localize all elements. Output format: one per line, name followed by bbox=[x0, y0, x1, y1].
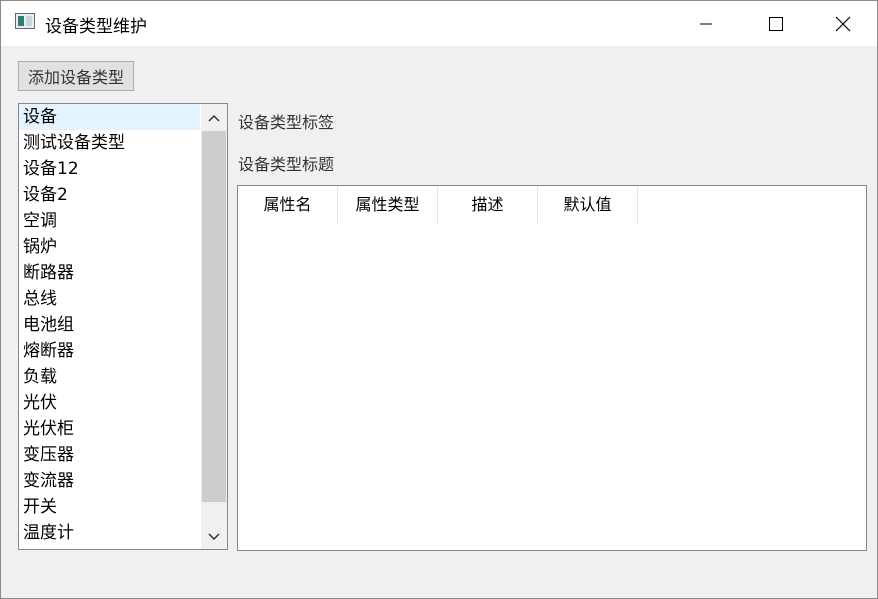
device-type-tag-label: 设备类型标签 bbox=[238, 113, 335, 132]
maximize-button[interactable] bbox=[741, 1, 811, 46]
device-type-title-label: 设备类型标题 bbox=[238, 155, 335, 174]
title-bar[interactable]: 设备类型维护 bbox=[1, 1, 877, 46]
device-type-list-items: 设备 测试设备类型 设备12 设备2 空调 锅炉 断路器 总线 电池组 熔断器 负载 光伏 光伏柜 变压器… bbox=[19, 104, 200, 546]
chevron-up-icon bbox=[208, 114, 220, 122]
list-item[interactable]: 开关 bbox=[19, 494, 200, 520]
list-item[interactable]: 电池组 bbox=[19, 312, 200, 338]
list-item[interactable]: 锅炉 bbox=[19, 234, 200, 260]
minimize-icon bbox=[700, 23, 712, 24]
app-window-icon bbox=[15, 13, 35, 29]
list-item[interactable]: 总线 bbox=[19, 286, 200, 312]
list-item[interactable]: 断路器 bbox=[19, 260, 200, 286]
list-item[interactable]: 熔断器 bbox=[19, 338, 200, 364]
minimize-button[interactable] bbox=[671, 1, 741, 46]
scroll-thumb[interactable] bbox=[202, 131, 226, 502]
list-item[interactable]: 光伏 bbox=[19, 390, 200, 416]
list-item[interactable]: 变压器 bbox=[19, 442, 200, 468]
list-item[interactable]: 设备 bbox=[19, 104, 200, 130]
scroll-up-button[interactable] bbox=[201, 105, 227, 131]
table-header: 属性名 属性类型 描述 默认值 bbox=[238, 186, 638, 223]
close-button[interactable] bbox=[808, 1, 878, 46]
device-type-list[interactable]: 设备 测试设备类型 设备12 设备2 空调 锅炉 断路器 总线 电池组 熔断器 负载 光伏 光伏柜 变压器… bbox=[18, 103, 228, 550]
column-header[interactable]: 属性名 bbox=[238, 186, 338, 223]
attributes-table[interactable]: 属性名 属性类型 描述 默认值 bbox=[237, 185, 867, 551]
add-device-type-button[interactable]: 添加设备类型 bbox=[18, 61, 134, 91]
maximize-icon bbox=[769, 16, 783, 31]
close-icon bbox=[835, 16, 851, 31]
list-scrollbar[interactable] bbox=[201, 104, 227, 549]
list-item[interactable]: 空调 bbox=[19, 208, 200, 234]
scroll-down-button[interactable] bbox=[201, 524, 227, 549]
column-header[interactable]: 属性类型 bbox=[338, 186, 438, 223]
chevron-down-icon bbox=[208, 533, 220, 541]
main-window: 设备类型维护 添加设备类型 设备 测试设备类型 设备12 设备2 空调 锅炉 断路器 总线 电池… bbox=[0, 0, 878, 599]
list-item[interactable]: 光伏柜 bbox=[19, 416, 200, 442]
list-item[interactable]: 测试设备类型 bbox=[19, 130, 200, 156]
list-item[interactable]: 设备12 bbox=[19, 156, 200, 182]
column-header[interactable]: 默认值 bbox=[538, 186, 638, 223]
list-item[interactable]: 设备2 bbox=[19, 182, 200, 208]
window-title: 设备类型维护 bbox=[45, 17, 147, 37]
list-item[interactable]: 温度计 bbox=[19, 520, 200, 546]
list-item[interactable]: 变流器 bbox=[19, 468, 200, 494]
column-header[interactable]: 描述 bbox=[438, 186, 538, 223]
list-item[interactable]: 负载 bbox=[19, 364, 200, 390]
